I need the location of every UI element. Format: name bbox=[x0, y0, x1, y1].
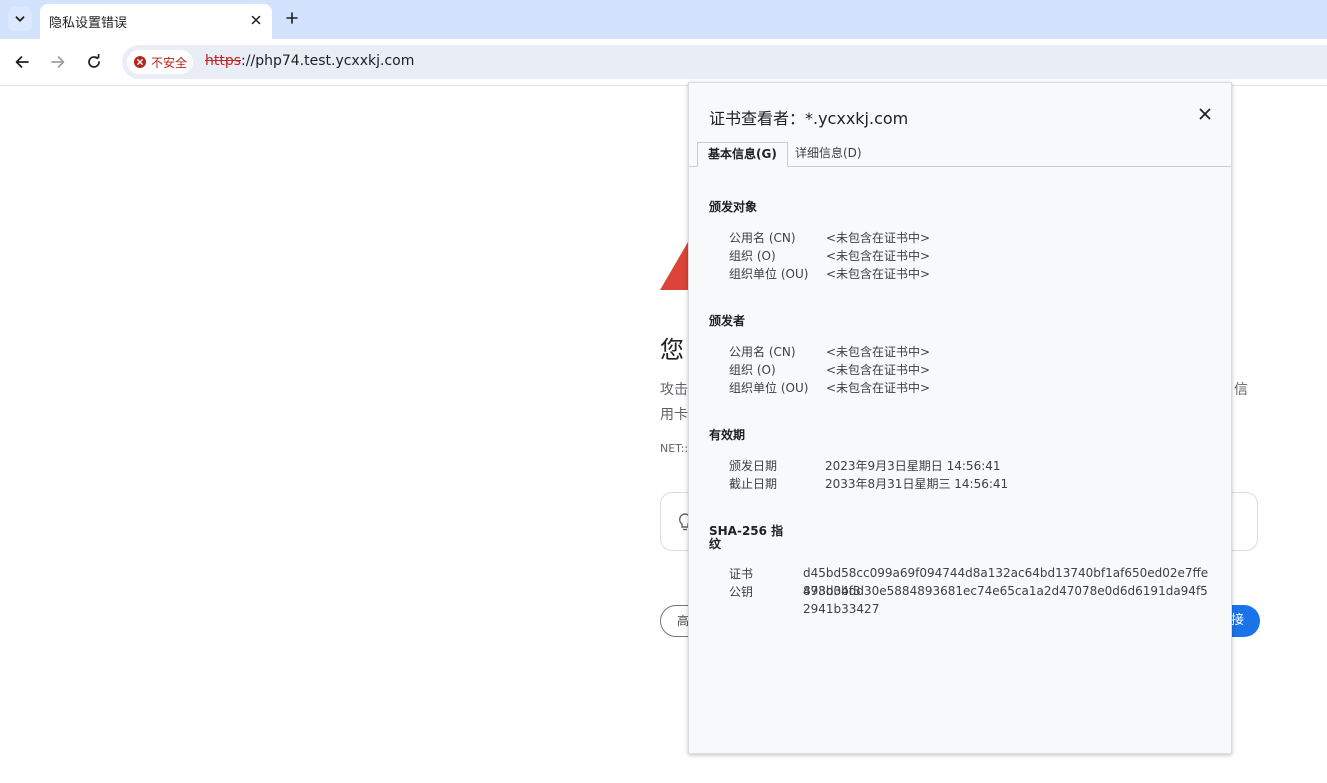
issued-to-o-value: <未包含在证书中> bbox=[826, 249, 931, 263]
issued-by-ou-value: <未包含在证书中> bbox=[826, 381, 931, 395]
tab-title: 隐私设置错误 bbox=[49, 16, 128, 31]
issued-by-o-value: <未包含在证书中> bbox=[826, 363, 931, 377]
url-text[interactable]: https://php74.test.ycxxkj.com bbox=[205, 53, 414, 69]
certificate-viewer-dialog: 证书查看者：*.ycxxkj.com 基本信息(G) 详细信息(D) 颁发对象 … bbox=[688, 82, 1232, 754]
url-scheme: https bbox=[205, 53, 242, 69]
error-code: NET:: bbox=[660, 442, 688, 455]
close-icon bbox=[251, 15, 261, 25]
issued-by-o-label: 组织 (O) bbox=[729, 363, 776, 377]
expiry-date-label: 截止日期 bbox=[729, 477, 778, 491]
tab-search-button[interactable] bbox=[8, 7, 32, 31]
dialog-close-button[interactable] bbox=[1197, 106, 1213, 122]
section-validity-title: 有效期 bbox=[709, 428, 746, 442]
toolbar: 不安全 https://php74.test.ycxxkj.com bbox=[0, 39, 1327, 86]
url-host: ://php74.test.ycxxkj.com bbox=[241, 53, 415, 69]
section-issued-by-title: 颁发者 bbox=[709, 314, 746, 328]
back-button[interactable] bbox=[10, 50, 34, 74]
tab-close-button[interactable] bbox=[248, 12, 264, 28]
arrow-left-icon bbox=[15, 56, 29, 68]
issued-date-label: 颁发日期 bbox=[729, 459, 778, 473]
issued-date-value: 2023年9月3日星期日 14:56:41 bbox=[825, 459, 1001, 473]
issued-to-ou-label: 组织单位 (OU) bbox=[729, 267, 809, 281]
issued-to-o-label: 组织 (O) bbox=[729, 249, 776, 263]
pubkey-fingerprint-label: 公钥 bbox=[729, 585, 754, 599]
issued-by-ou-label: 组织单位 (OU) bbox=[729, 381, 809, 395]
page-body-line1-end: 信 bbox=[1234, 382, 1248, 398]
issued-by-cn-label: 公用名 (CN) bbox=[729, 345, 796, 359]
chevron-down-icon bbox=[15, 16, 25, 22]
forward-button[interactable] bbox=[46, 50, 70, 74]
issued-by-cn-value: <未包含在证书中> bbox=[826, 345, 931, 359]
page-body-line2: 用卡 bbox=[660, 407, 688, 423]
arrow-right-icon bbox=[51, 56, 65, 68]
dialog-title: 证书查看者：*.ycxxkj.com bbox=[709, 109, 909, 128]
page-body-line1: 攻击 bbox=[660, 382, 688, 398]
reload-button[interactable] bbox=[82, 50, 106, 74]
security-chip-label: 不安全 bbox=[151, 55, 188, 70]
tab-strip: 隐私设置错误 bbox=[0, 0, 1327, 39]
tab-general[interactable]: 基本信息(G) bbox=[697, 142, 788, 167]
plus-icon bbox=[286, 12, 298, 24]
expiry-date-value: 2033年8月31日星期三 14:56:41 bbox=[825, 477, 1009, 491]
issued-to-ou-value: <未包含在证书中> bbox=[826, 267, 931, 281]
new-tab-button[interactable] bbox=[282, 8, 302, 28]
issued-to-cn-value: <未包含在证书中> bbox=[826, 231, 931, 245]
dialog-tab-bar: 基本信息(G) 详细信息(D) bbox=[689, 139, 1231, 167]
cert-fingerprint-label: 证书 bbox=[729, 567, 754, 581]
pubkey-fingerprint-value: 478b3bdd30e5884893681ec74e65ca1a2d47078e… bbox=[803, 584, 1208, 616]
close-icon bbox=[1199, 108, 1211, 120]
security-chip[interactable]: 不安全 bbox=[127, 50, 193, 74]
reload-icon bbox=[88, 54, 100, 68]
error-icon bbox=[134, 56, 146, 68]
page-heading: 您 bbox=[660, 336, 684, 364]
section-fingerprint-title-line2: 纹 bbox=[709, 537, 722, 551]
section-issued-to-title: 颁发对象 bbox=[709, 200, 758, 214]
address-bar[interactable]: 不安全 https://php74.test.ycxxkj.com bbox=[122, 45, 1327, 79]
active-tab[interactable]: 隐私设置错误 bbox=[40, 4, 272, 39]
tab-details[interactable]: 详细信息(D) bbox=[785, 142, 872, 166]
issued-to-cn-label: 公用名 (CN) bbox=[729, 231, 796, 245]
